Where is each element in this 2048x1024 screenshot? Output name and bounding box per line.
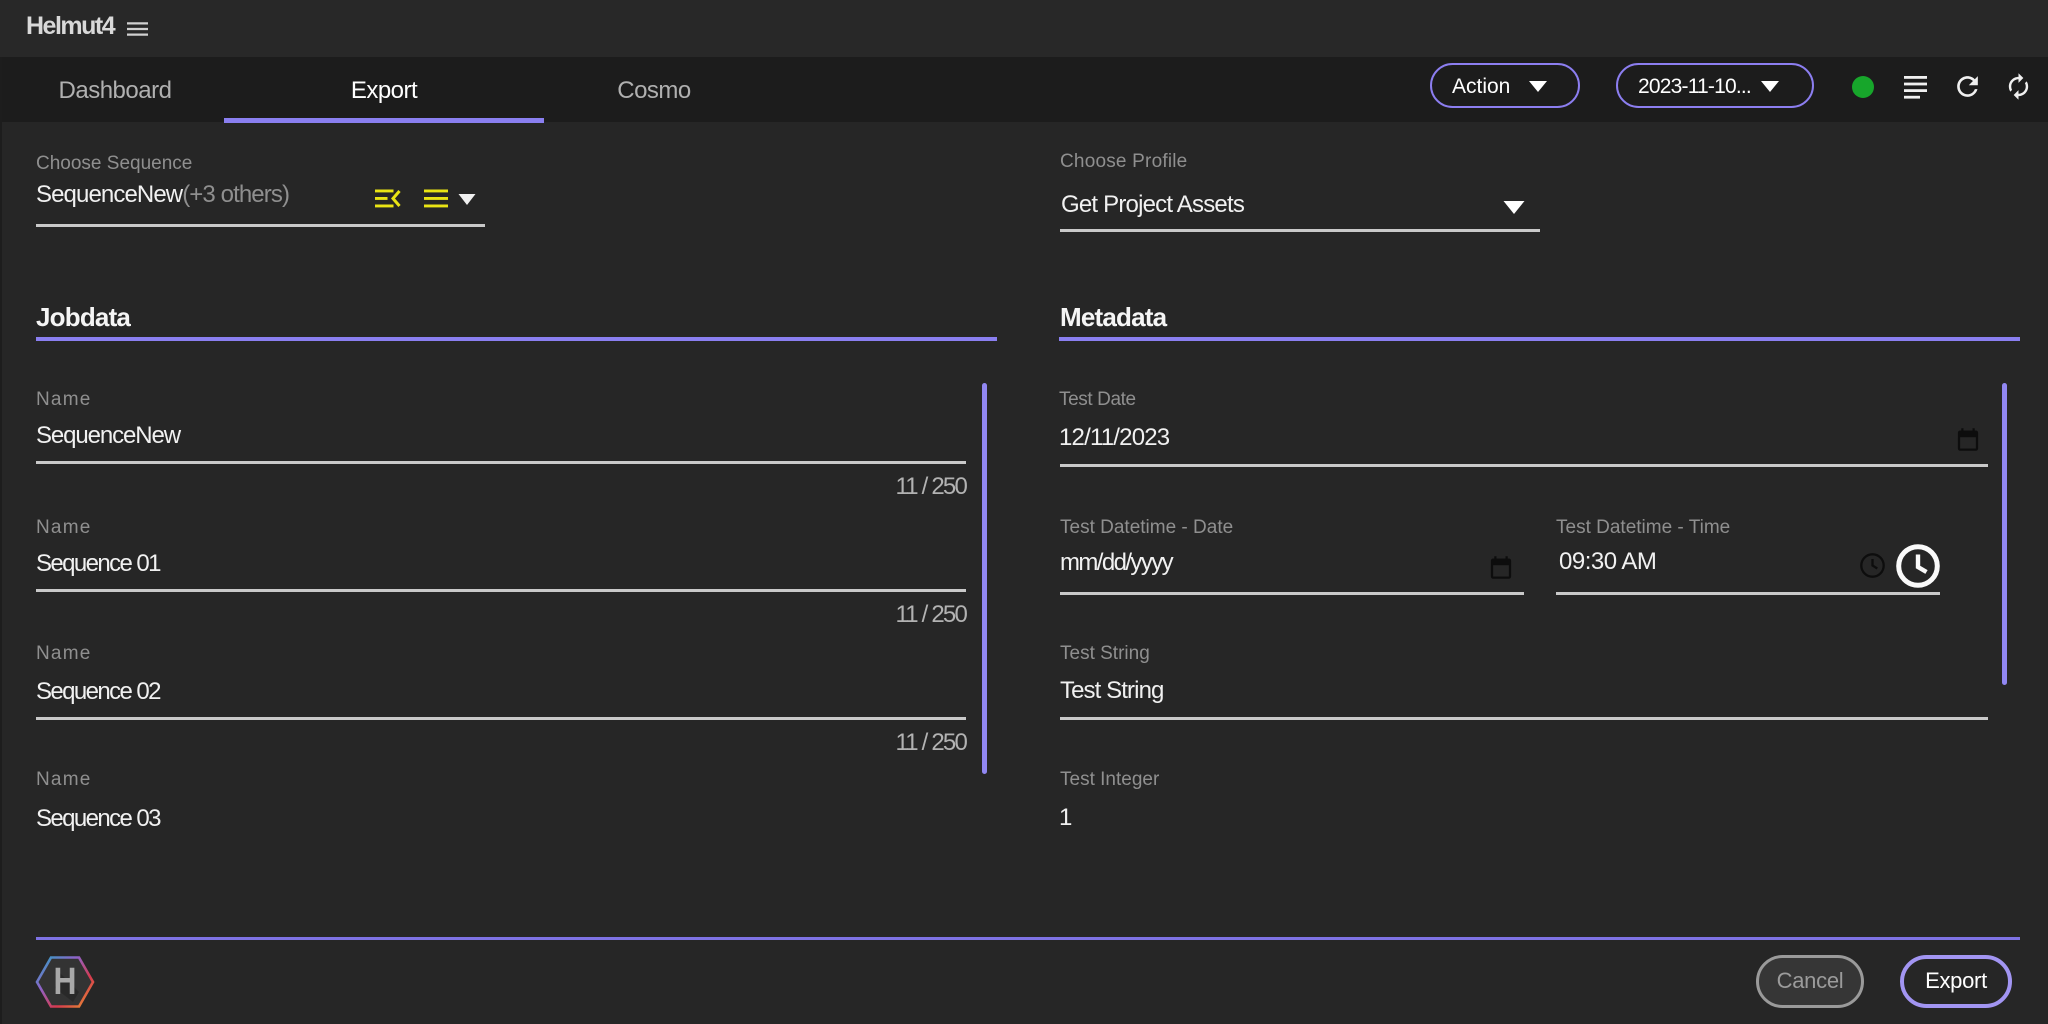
svg-text:H: H: [54, 961, 77, 1003]
